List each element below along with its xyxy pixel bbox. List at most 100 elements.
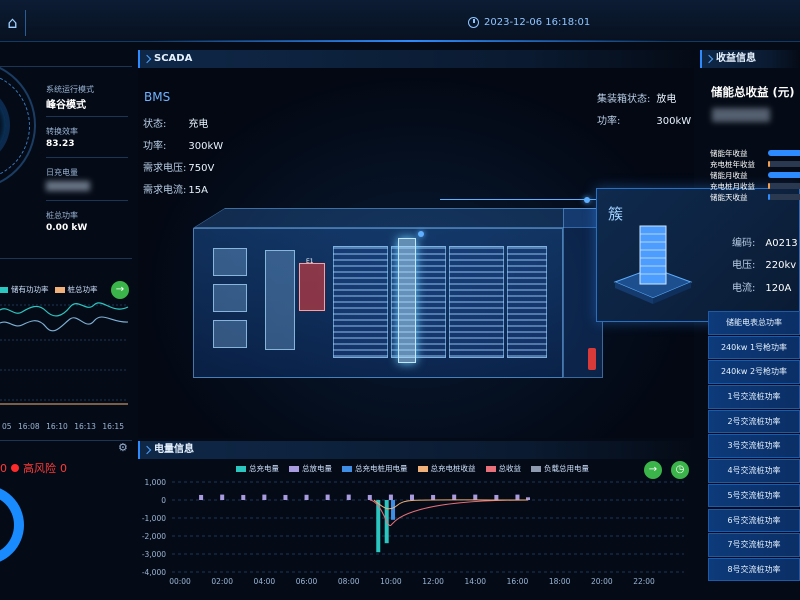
divider bbox=[0, 440, 132, 441]
risk-label: 高风险 bbox=[23, 462, 56, 475]
storage-container-3d[interactable]: E1 bbox=[193, 208, 636, 378]
revenue-bar-fill bbox=[768, 150, 800, 156]
x-tick: 16:13 bbox=[74, 422, 96, 431]
left-power-chart bbox=[0, 302, 129, 405]
mode-value: 峰谷模式 bbox=[46, 100, 86, 111]
home-icon[interactable]: ⌂ bbox=[0, 10, 26, 36]
revenue-bar-fill bbox=[768, 194, 770, 200]
battery-rack[interactable] bbox=[507, 246, 547, 358]
left-divider bbox=[0, 66, 132, 67]
bar bbox=[220, 494, 225, 500]
power-list-item[interactable]: 240kw 2号枪功率 bbox=[708, 360, 800, 384]
left-chart-legend: 储有功功率 桩总功率 bbox=[0, 284, 98, 295]
legend-item: 桩总功率 bbox=[54, 284, 98, 295]
revenue-bar bbox=[768, 183, 800, 189]
bms-voltage-label: 需求电压: bbox=[143, 163, 187, 174]
power-list-item[interactable]: 7号交流桩功率 bbox=[708, 533, 800, 557]
power-list-item[interactable]: 4号交流桩功率 bbox=[708, 459, 800, 483]
battery-rack[interactable] bbox=[333, 246, 388, 358]
settings-gear-icon[interactable]: ⚙ bbox=[118, 441, 128, 454]
air-cooler-unit bbox=[213, 320, 247, 348]
bms-power-value: 300kW bbox=[188, 141, 224, 152]
revenue-bar bbox=[768, 150, 800, 156]
top-bar: ⌂ 2023-12-06 16:18:01 bbox=[0, 0, 800, 42]
power-list-item[interactable]: 5号交流桩功率 bbox=[708, 483, 800, 508]
divider bbox=[46, 200, 128, 201]
x-tick-label: 16:00 bbox=[507, 577, 529, 586]
total-revenue-value-blurred bbox=[712, 108, 770, 122]
bar bbox=[241, 494, 246, 500]
bms-power-label: 功率: bbox=[143, 141, 167, 152]
x-tick: 05 bbox=[2, 422, 12, 431]
revenue-bar bbox=[768, 172, 800, 178]
power-list-item[interactable]: 1号交流桩功率 bbox=[708, 385, 800, 409]
container-power-label: 功率: bbox=[597, 116, 621, 127]
x-tick-label: 10:00 bbox=[380, 577, 402, 586]
power-list-item[interactable]: 2号交流桩功率 bbox=[708, 409, 800, 434]
bar bbox=[367, 494, 372, 500]
efficiency-value: 83.23 bbox=[46, 139, 75, 149]
bar bbox=[391, 500, 396, 520]
container-state-value: 放电 bbox=[656, 94, 677, 105]
scada-title: SCADA bbox=[154, 53, 193, 64]
y-tick-label: 1,000 bbox=[145, 478, 167, 487]
container-state-label: 集装箱状态: bbox=[597, 94, 651, 105]
air-cooler-unit bbox=[213, 284, 247, 312]
power-info-title: 电量信息 bbox=[154, 444, 194, 455]
x-tick-label: 14:00 bbox=[464, 577, 486, 586]
bar bbox=[473, 494, 478, 500]
air-cooler-unit bbox=[213, 248, 247, 276]
total-revenue-title: 储能总收益 (元) bbox=[711, 85, 795, 99]
battery-rack[interactable] bbox=[449, 246, 504, 358]
power-list-item[interactable]: 6号交流桩功率 bbox=[708, 508, 800, 532]
bar bbox=[199, 494, 204, 500]
revenue-row-label: 储能天收益 bbox=[710, 193, 748, 202]
bar bbox=[431, 494, 436, 500]
bar bbox=[494, 494, 499, 500]
risk-dot-icon bbox=[11, 464, 19, 472]
top-glow-line bbox=[150, 40, 670, 42]
callout-anchor-dot bbox=[418, 231, 424, 237]
power-list-item[interactable]: 8号交流桩功率 bbox=[708, 557, 800, 582]
selected-battery-cluster[interactable] bbox=[398, 238, 416, 363]
power-list: 储能电表总功率 240kw 1号枪功率 240kw 2号枪功率 1号交流桩功率 2号交流… bbox=[708, 311, 800, 583]
power-list-item[interactable]: 240kw 1号枪功率 bbox=[708, 335, 800, 360]
bar bbox=[515, 494, 520, 500]
revenue-bar bbox=[768, 194, 800, 200]
clock-icon bbox=[468, 17, 479, 28]
fire-extinguisher-icon bbox=[588, 348, 596, 370]
bms-current-value: 15A bbox=[188, 185, 208, 196]
callout-leader-line bbox=[440, 199, 597, 200]
revenue-row: 储能天收益 bbox=[710, 192, 800, 202]
x-tick-label: 22:00 bbox=[633, 577, 655, 586]
bms-state-value: 充电 bbox=[188, 119, 209, 130]
divider bbox=[0, 258, 132, 259]
x-tick-label: 04:00 bbox=[254, 577, 276, 586]
power-list-item[interactable]: 3号交流桩功率 bbox=[708, 434, 800, 458]
container-power: 功率: 300kW bbox=[597, 112, 691, 127]
cluster-code-value: A0213 bbox=[765, 238, 798, 249]
revenue-bar-fill bbox=[768, 183, 771, 189]
x-tick-label: 08:00 bbox=[338, 577, 360, 586]
daily-charge-value-blurred bbox=[46, 181, 90, 191]
revenue-row-label: 充电桩月收益 bbox=[710, 182, 755, 191]
bms-state-label: 状态: bbox=[143, 119, 167, 130]
legend-label: 储有功功率 bbox=[11, 285, 49, 294]
x-tick-label: 00:00 bbox=[169, 577, 191, 586]
cluster-current-label: 电流: bbox=[732, 283, 756, 294]
bms-current: 需求电流: 15A bbox=[143, 181, 208, 196]
x-tick: 16:10 bbox=[46, 422, 68, 431]
cluster-voltage-value: 220kv bbox=[765, 260, 797, 271]
x-tick-label: 18:00 bbox=[549, 577, 571, 586]
container-power-value: 300kW bbox=[656, 116, 692, 127]
legend-swatch bbox=[0, 287, 8, 293]
bar bbox=[346, 494, 351, 500]
pile-power-label: 桩总功率 bbox=[46, 211, 78, 220]
bar bbox=[304, 494, 309, 500]
bar bbox=[388, 494, 393, 500]
revenue-bar-fill bbox=[768, 161, 771, 167]
bar bbox=[283, 494, 288, 500]
bms-title: BMS bbox=[144, 90, 171, 104]
revenue-bar bbox=[768, 161, 800, 167]
power-list-item[interactable]: 储能电表总功率 bbox=[708, 311, 800, 335]
